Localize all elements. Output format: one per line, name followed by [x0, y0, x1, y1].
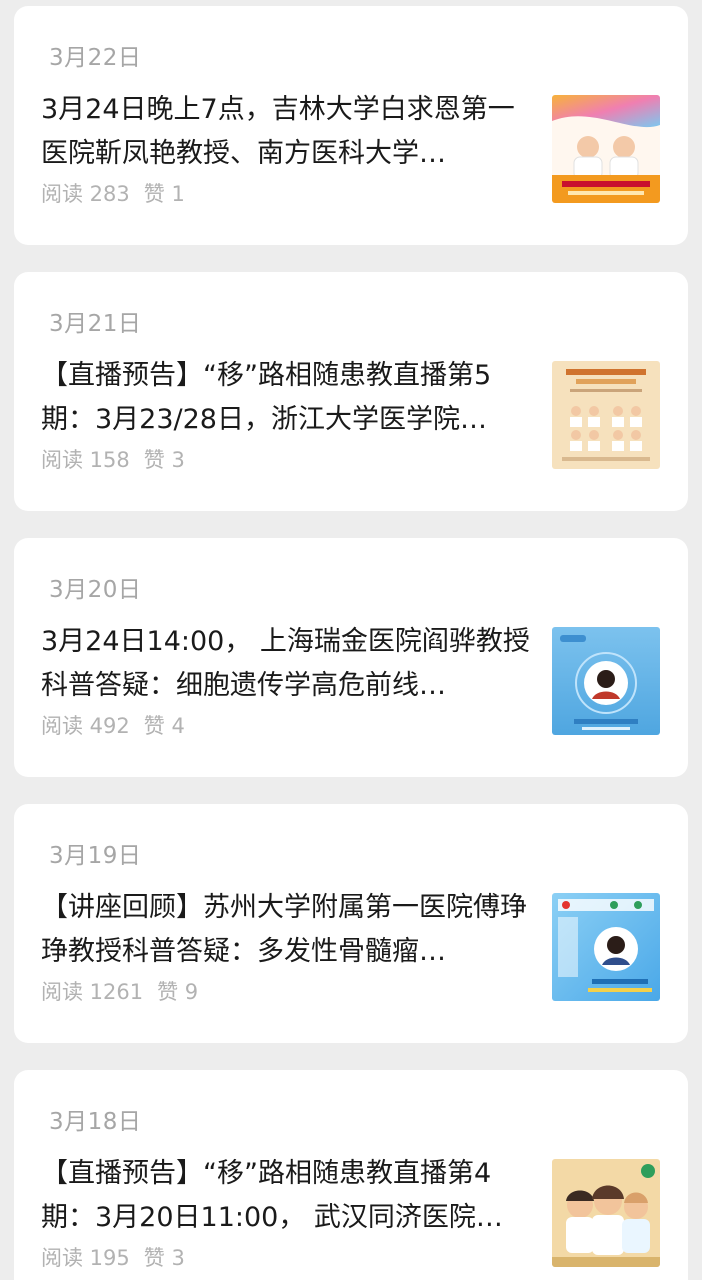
like-count: 赞 3 [143, 1246, 185, 1270]
article-card[interactable]: 3月22日 3月24日晚上7点，吉林大学白求恩第一医院靳凤艳教授、南方医科大学…… [14, 6, 688, 245]
article-card[interactable]: 3月21日 【直播预告】“移”路相随患教直播第5期：3月23/28日，浙江大学医… [14, 272, 688, 511]
article-thumbnail[interactable] [552, 627, 660, 735]
read-count: 阅读 492 [41, 714, 130, 738]
article-thumbnail[interactable] [552, 1159, 660, 1267]
article-date: 3月19日 [49, 843, 142, 869]
article-date: 3月20日 [49, 577, 142, 603]
article-card[interactable]: 3月19日 【讲座回顾】苏州大学附属第一医院傅琤琤教授科普答疑：多发性骨髓瘤… … [14, 804, 688, 1043]
article-title[interactable]: 【讲座回顾】苏州大学附属第一医院傅琤琤教授科普答疑：多发性骨髓瘤… [41, 886, 531, 974]
read-count: 阅读 283 [41, 182, 130, 206]
like-count: 赞 9 [157, 980, 199, 1004]
read-count: 阅读 1261 [41, 980, 144, 1004]
article-stats: 阅读 195 赞 3 [41, 1242, 199, 1272]
article-date: 3月21日 [49, 311, 142, 337]
article-thumbnail[interactable] [552, 95, 660, 203]
like-count: 赞 3 [143, 448, 185, 472]
article-thumbnail[interactable] [552, 893, 660, 1001]
article-stats: 阅读 158 赞 3 [41, 444, 199, 474]
article-title[interactable]: 【直播预告】“移”路相随患教直播第5期：3月23/28日，浙江大学医学院… [41, 354, 531, 442]
article-stats: 阅读 1261 赞 9 [41, 976, 212, 1006]
article-cover-image [552, 1159, 660, 1267]
article-card[interactable]: 3月20日 3月24日14:00， 上海瑞金医院阎骅教授科普答疑：细胞遗传学高危… [14, 538, 688, 777]
read-count: 阅读 158 [41, 448, 130, 472]
article-title[interactable]: 【直播预告】“移”路相随患教直播第4期：3月20日11:00， 武汉同济医院… [41, 1152, 531, 1240]
article-stats: 阅读 492 赞 4 [41, 710, 199, 740]
like-count: 赞 1 [143, 182, 185, 206]
article-cover-image [552, 95, 660, 203]
article-cover-image [552, 627, 660, 735]
article-thumbnail[interactable] [552, 361, 660, 469]
like-count: 赞 4 [143, 714, 185, 738]
article-stats: 阅读 283 赞 1 [41, 178, 199, 208]
article-date: 3月22日 [49, 45, 142, 71]
article-title[interactable]: 3月24日晚上7点，吉林大学白求恩第一医院靳凤艳教授、南方医科大学… [41, 88, 531, 176]
read-count: 阅读 195 [41, 1246, 130, 1270]
article-card[interactable]: 3月18日 【直播预告】“移”路相随患教直播第4期：3月20日11:00， 武汉… [14, 1070, 688, 1280]
article-cover-image [552, 893, 660, 1001]
article-feed: 3月22日 3月24日晚上7点，吉林大学白求恩第一医院靳凤艳教授、南方医科大学…… [0, 0, 702, 1280]
article-title[interactable]: 3月24日14:00， 上海瑞金医院阎骅教授科普答疑：细胞遗传学高危前线… [41, 620, 531, 708]
article-date: 3月18日 [49, 1109, 142, 1135]
article-cover-image [552, 361, 660, 469]
